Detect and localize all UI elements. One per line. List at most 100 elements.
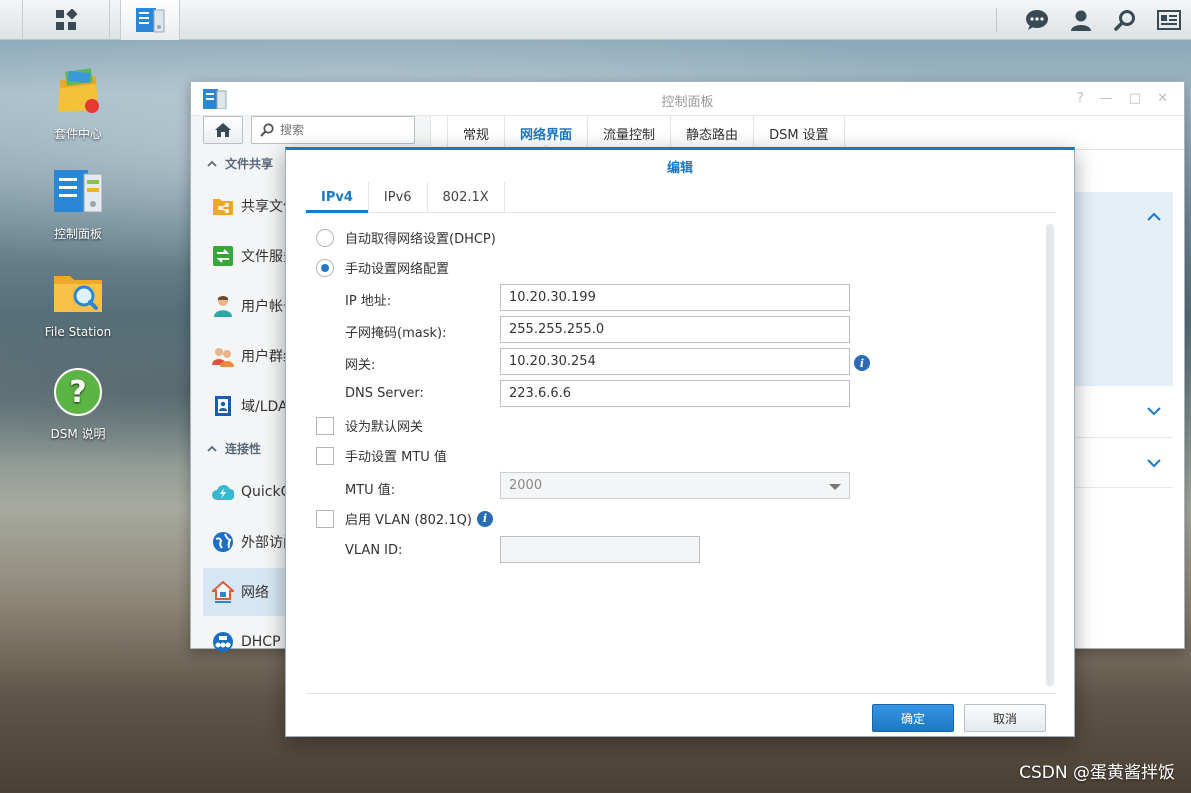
- svg-text:?: ?: [69, 375, 86, 410]
- desktop-control-panel[interactable]: 控制面板: [23, 166, 133, 242]
- desktop-file-station[interactable]: File Station: [23, 266, 133, 339]
- desktop-icon-label: 控制面板: [53, 227, 102, 241]
- help-icon: ?: [54, 368, 102, 416]
- cancel-button[interactable]: 取消: [964, 704, 1046, 732]
- dns-server-input[interactable]: [500, 380, 850, 407]
- widgets-button[interactable]: [1147, 0, 1191, 40]
- search-button[interactable]: [1103, 0, 1147, 40]
- default-gateway-option[interactable]: 设为默认网关: [316, 416, 423, 435]
- help-button[interactable]: ?: [1077, 91, 1084, 106]
- dialog-tabs: IPv4 IPv6 802.1X: [306, 182, 1056, 213]
- gateway-input[interactable]: [500, 348, 850, 375]
- minimize-button[interactable]: —: [1100, 91, 1113, 106]
- file-station-icon: [54, 276, 102, 312]
- tab-ipv4[interactable]: IPv4: [306, 182, 369, 213]
- dialog-footer-divider: [306, 693, 1056, 694]
- default-gateway-label: 设为默认网关: [345, 420, 424, 435]
- search-icon: [260, 123, 274, 137]
- interface-row[interactable]: [1075, 438, 1173, 488]
- chevron-down-icon: [1147, 459, 1161, 468]
- dhcp-option[interactable]: 自动取得网络设置(DHCP): [316, 228, 496, 247]
- mtu-select[interactable]: 2000: [500, 472, 850, 499]
- sidebar-item-label: DHCP: [241, 634, 281, 650]
- chat-button[interactable]: [1015, 0, 1059, 40]
- chevron-down-icon: [1147, 407, 1161, 416]
- user-button[interactable]: [1059, 0, 1103, 40]
- quickconnect-icon: [212, 485, 234, 501]
- manual-label: 手动设置网络配置: [345, 262, 450, 277]
- home-button[interactable]: [203, 116, 243, 144]
- tab-static-route[interactable]: 静态路由: [670, 116, 753, 150]
- domain-ldap-icon: [215, 396, 231, 416]
- window-titlebar[interactable]: 控制面板 ? — □ ✕: [191, 82, 1184, 116]
- vlan-id-input[interactable]: [500, 536, 700, 563]
- subnet-mask-input[interactable]: [500, 316, 850, 343]
- tab-ipv6[interactable]: IPv6: [369, 182, 428, 212]
- info-icon[interactable]: i: [854, 355, 870, 371]
- manual-option[interactable]: 手动设置网络配置: [316, 258, 449, 277]
- chat-icon: [1026, 10, 1048, 30]
- network-icon: [212, 581, 234, 603]
- home-icon: [215, 123, 231, 137]
- widgets-icon: [1157, 10, 1181, 30]
- interface-row[interactable]: [1075, 386, 1173, 438]
- maximize-button[interactable]: □: [1129, 91, 1141, 106]
- dhcp-radio[interactable]: [316, 228, 334, 247]
- interface-row-expanded[interactable]: [1075, 192, 1173, 386]
- search-box[interactable]: [251, 116, 415, 144]
- control-panel-app-icon: [136, 8, 165, 33]
- external-access-icon: [213, 532, 233, 552]
- main-menu-icon: [56, 9, 77, 30]
- search-icon: [1114, 10, 1135, 31]
- user-icon: [214, 296, 232, 317]
- desktop-icon-label: 套件中心: [53, 127, 102, 141]
- desktop-icon-label: File Station: [44, 325, 112, 339]
- vlan-label: 启用 VLAN (802.1Q): [345, 513, 472, 528]
- desktop-package-center[interactable]: 套件中心: [23, 66, 133, 142]
- group-icon: [212, 348, 234, 367]
- dropdown-arrow-icon: [829, 484, 841, 490]
- mtu-manual-label: 手动设置 MTU 值: [345, 450, 447, 465]
- window-title: 控制面板: [661, 95, 714, 110]
- main-menu-button[interactable]: [22, 0, 110, 40]
- watermark: CSDN @蛋黄酱拌饭: [1019, 763, 1175, 783]
- vlan-option[interactable]: 启用 VLAN (802.1Q) i: [316, 509, 493, 528]
- dhcp-label: 自动取得网络设置(DHCP): [345, 232, 496, 247]
- default-gateway-checkbox[interactable]: [316, 416, 334, 435]
- ip-address-input[interactable]: [500, 284, 850, 311]
- dhcp-icon: [213, 632, 233, 652]
- dialog-title: 编辑: [666, 160, 693, 176]
- mtu-manual-checkbox[interactable]: [316, 446, 334, 465]
- tab-network-interface[interactable]: 网络界面: [504, 116, 587, 151]
- chevron-up-icon: [1147, 212, 1161, 221]
- gateway-label: 网关:: [345, 358, 376, 373]
- ok-button[interactable]: 确定: [872, 704, 954, 732]
- close-button[interactable]: ✕: [1157, 91, 1168, 106]
- section-title: 文件共享: [225, 156, 274, 171]
- section-title: 连接性: [225, 441, 262, 456]
- taskbar: [0, 0, 1191, 40]
- tab-dsm-settings[interactable]: DSM 设置: [753, 116, 845, 150]
- ip-label: IP 地址:: [345, 294, 392, 309]
- tab-traffic-control[interactable]: 流量控制: [587, 116, 670, 150]
- package-center-icon: [58, 68, 99, 113]
- control-panel-icon: [54, 170, 103, 213]
- chevron-up-icon: [207, 160, 217, 167]
- info-icon[interactable]: i: [476, 510, 493, 527]
- mtu-label: MTU 值:: [345, 483, 396, 498]
- desktop-icon-label: DSM 说明: [50, 427, 106, 441]
- scrollbar[interactable]: [1046, 224, 1054, 686]
- tab-8021x[interactable]: 802.1X: [428, 182, 505, 212]
- control-panel-tabs: 常规 网络界面 流量控制 静态路由 DSM 设置: [447, 116, 1184, 151]
- vlan-checkbox[interactable]: [316, 509, 334, 528]
- chevron-up-icon: [207, 445, 217, 452]
- tab-general[interactable]: 常规: [447, 116, 504, 150]
- dns-label: DNS Server:: [345, 386, 424, 401]
- manual-radio[interactable]: [316, 258, 334, 277]
- shared-folder-icon: [213, 199, 233, 215]
- desktop-dsm-help[interactable]: ? DSM 说明: [23, 366, 133, 442]
- user-icon: [1071, 10, 1091, 31]
- mtu-manual-option[interactable]: 手动设置 MTU 值: [316, 446, 447, 465]
- search-input[interactable]: [280, 123, 400, 137]
- taskbar-control-panel[interactable]: [120, 0, 180, 40]
